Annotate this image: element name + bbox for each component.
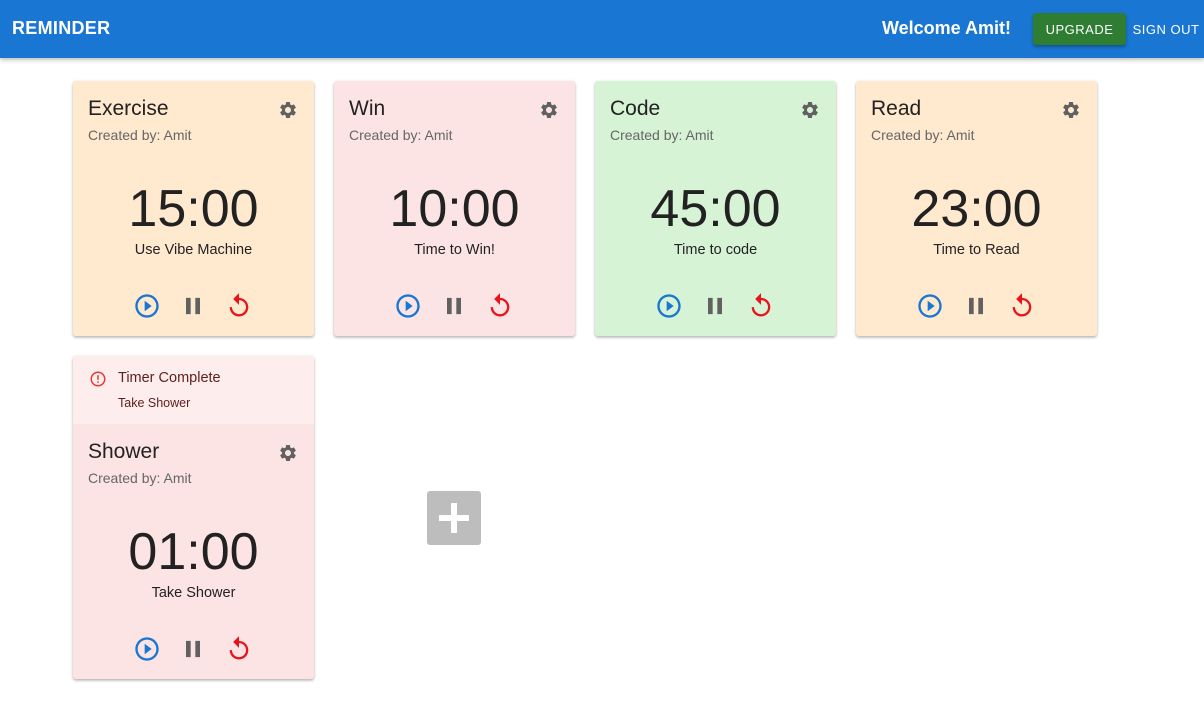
restart-icon[interactable] [225, 292, 253, 320]
pause-icon[interactable] [701, 292, 729, 320]
error-outline-icon [89, 370, 107, 388]
restart-icon[interactable] [1008, 292, 1036, 320]
app-bar: REMINDER Welcome Amit! UPGRADE SIGN OUT [0, 0, 1204, 58]
timer-title: Win [349, 97, 386, 120]
timer-display: 10:00 [389, 180, 520, 238]
restart-icon[interactable] [225, 635, 253, 663]
timer-creator: Created by: Amit [88, 470, 192, 486]
timer-display: 23:00 [911, 180, 1042, 238]
timer-title: Shower [88, 440, 160, 463]
timer-card-shower: Timer Complete Take Shower Shower Create… [73, 356, 314, 679]
timer-complete-alert: Timer Complete Take Shower [73, 356, 314, 424]
timer-display: 45:00 [650, 180, 781, 238]
timer-message: Time to Read [933, 242, 1020, 258]
timer-creator: Created by: Amit [88, 127, 192, 143]
play-circle-icon[interactable] [916, 292, 944, 320]
alert-title: Timer Complete [118, 370, 221, 386]
pause-icon[interactable] [179, 635, 207, 663]
gear-icon[interactable] [278, 443, 298, 463]
timer-card-read: Read Created by: Amit 23:00 Time to Read [856, 81, 1097, 336]
restart-icon[interactable] [747, 292, 775, 320]
gear-icon[interactable] [800, 100, 820, 120]
add-timer-button[interactable] [427, 491, 481, 545]
timer-card-exercise: Exercise Created by: Amit 15:00 Use Vibe… [73, 81, 314, 336]
play-circle-icon[interactable] [133, 635, 161, 663]
timer-display: 01:00 [128, 523, 259, 581]
plus-icon [439, 503, 469, 533]
gear-icon[interactable] [1061, 100, 1081, 120]
app-title: REMINDER [12, 18, 111, 38]
pause-icon[interactable] [440, 292, 468, 320]
timer-creator: Created by: Amit [610, 127, 714, 143]
timer-creator: Created by: Amit [871, 127, 975, 143]
sign-out-button[interactable]: SIGN OUT [1128, 13, 1204, 45]
timer-message: Take Shower [151, 585, 236, 601]
timer-card-code: Code Created by: Amit 45:00 Time to code [595, 81, 836, 336]
restart-icon[interactable] [486, 292, 514, 320]
timer-creator: Created by: Amit [349, 127, 453, 143]
play-circle-icon[interactable] [394, 292, 422, 320]
pause-icon[interactable] [179, 292, 207, 320]
welcome-message: Welcome Amit! [881, 18, 1011, 38]
timer-message: Time to code [673, 242, 758, 258]
play-circle-icon[interactable] [655, 292, 683, 320]
timer-card-win: Win Created by: Amit 10:00 Time to Win! [334, 81, 575, 336]
gear-icon[interactable] [278, 100, 298, 120]
upgrade-button[interactable]: UPGRADE [1033, 13, 1126, 45]
timer-message: Time to Win! [414, 242, 495, 258]
pause-icon[interactable] [962, 292, 990, 320]
play-circle-icon[interactable] [133, 292, 161, 320]
timer-title: Code [610, 97, 661, 120]
timer-message: Use Vibe Machine [134, 242, 253, 258]
gear-icon[interactable] [539, 100, 559, 120]
timer-title: Read [871, 97, 922, 120]
timer-title: Exercise [88, 97, 169, 120]
alert-message: Take Shower [118, 396, 191, 410]
timer-display: 15:00 [128, 180, 259, 238]
